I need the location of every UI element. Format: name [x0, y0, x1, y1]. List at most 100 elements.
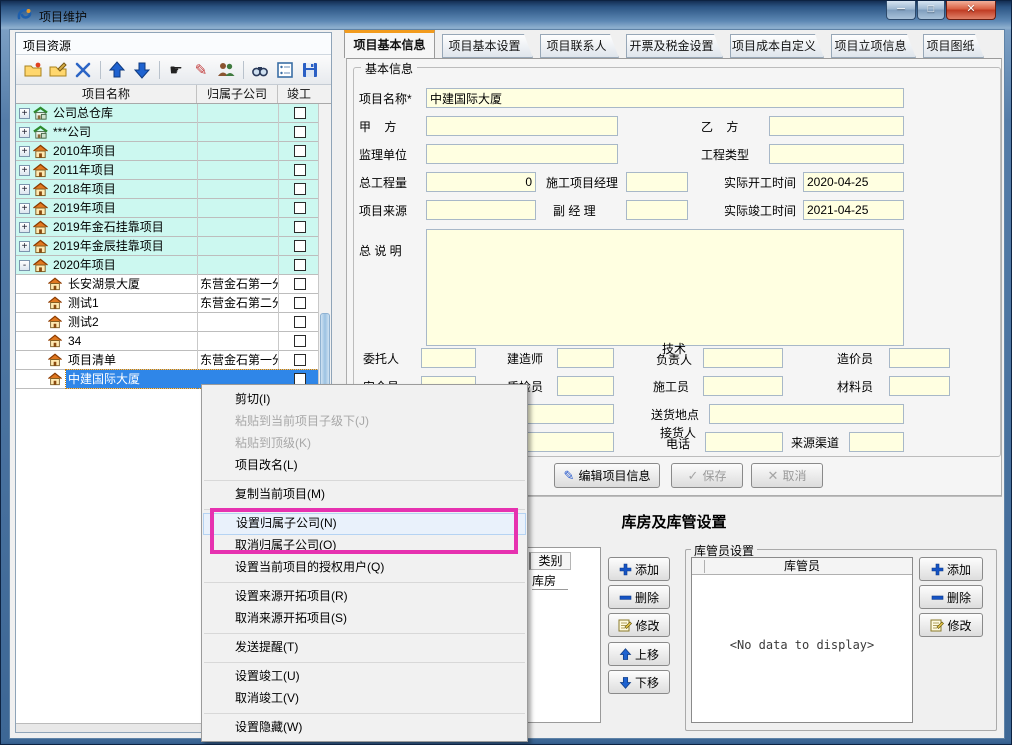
keeper-delete-button[interactable]: 删除	[919, 585, 983, 609]
menu-item-12[interactable]: 设置来源开拓项目(R)	[202, 586, 527, 608]
tree-row-10[interactable]: 长安湖景大厦东营金石第一分公	[16, 275, 331, 294]
source-channel-input[interactable]	[849, 432, 904, 452]
warehouse-move-up-button[interactable]: 上移	[608, 642, 670, 666]
tree-row-2[interactable]: + ***公司	[16, 123, 331, 142]
tree-row-12[interactable]: 测试2	[16, 313, 331, 332]
project-name-cell[interactable]: 测试1	[68, 294, 197, 313]
tree-row-8[interactable]: +2019年金辰挂靠项目	[16, 237, 331, 256]
tree-row-5[interactable]: +2018年项目	[16, 180, 331, 199]
completed-checkbox[interactable]	[294, 354, 306, 366]
clear-icon[interactable]: ✎	[189, 58, 213, 82]
tree-row-6[interactable]: +2019年项目	[16, 199, 331, 218]
menu-item-4[interactable]: 项目改名(L)	[202, 455, 527, 477]
menu-item-6[interactable]: 复制当前项目(M)	[202, 484, 527, 506]
completed-checkbox[interactable]	[294, 221, 306, 233]
delete-icon[interactable]	[71, 58, 95, 82]
warehouse-add-button[interactable]: 添加	[608, 557, 670, 581]
search-icon[interactable]	[248, 58, 272, 82]
new-project-icon[interactable]	[21, 58, 45, 82]
construction-manager-input[interactable]	[626, 172, 688, 192]
tree-row-14[interactable]: 项目清单东营金石第一分公	[16, 351, 331, 370]
title-bar[interactable]: 项目维护 ─ □ ✕	[1, 1, 1011, 29]
tab-5[interactable]: 项目成本自定义	[730, 34, 824, 58]
tab-4[interactable]: 开票及税金设置	[626, 34, 723, 58]
save-icon[interactable]	[298, 58, 322, 82]
project-name-cell[interactable]: 2019年项目	[53, 199, 197, 218]
menu-item-3[interactable]: 粘贴到顶级(K)	[202, 433, 527, 455]
category-row-warehouse[interactable]: 库房	[532, 572, 568, 590]
party-b-input[interactable]	[769, 116, 904, 136]
move-up-icon[interactable]	[105, 58, 129, 82]
expand-icon[interactable]: +	[19, 108, 30, 119]
completed-checkbox[interactable]	[294, 278, 306, 290]
expand-icon[interactable]: +	[19, 127, 30, 138]
project-name-cell[interactable]: 34	[68, 332, 197, 351]
completed-checkbox[interactable]	[294, 316, 306, 328]
supervision-unit-input[interactable]	[426, 144, 618, 164]
cancel-button[interactable]: ✕ 取消	[751, 463, 823, 488]
expand-icon[interactable]: +	[19, 146, 30, 157]
project-name-cell[interactable]: 公司总仓库	[53, 104, 197, 123]
project-name-cell[interactable]: 2020年项目	[53, 256, 197, 275]
completed-checkbox[interactable]	[294, 164, 306, 176]
total-quantity-input[interactable]	[426, 172, 536, 192]
tab-6[interactable]: 项目立项信息	[831, 34, 916, 58]
expand-icon[interactable]: +	[19, 184, 30, 195]
save-button[interactable]: ✓ 保存	[671, 463, 743, 488]
project-type-input[interactable]	[769, 144, 904, 164]
menu-item-20[interactable]: 设置隐藏(W)	[202, 717, 527, 739]
category-column-header[interactable]: 类别	[529, 552, 571, 570]
tech-lead-input[interactable]	[703, 348, 783, 368]
tree-row-9[interactable]: - 2020年项目	[16, 256, 331, 275]
column-header-completed[interactable]: 竣工	[278, 85, 320, 103]
edit-project-button[interactable]: ✎ 编辑项目信息	[554, 463, 660, 488]
detail-view-icon[interactable]	[273, 58, 297, 82]
project-name-cell[interactable]: 2019年金辰挂靠项目	[53, 237, 197, 256]
menu-item-13[interactable]: 取消来源开拓项目(S)	[202, 608, 527, 630]
completed-checkbox[interactable]	[294, 107, 306, 119]
project-name-cell[interactable]: 中建国际大厦	[68, 370, 197, 389]
tab-1[interactable]: 项目基本信息	[344, 30, 435, 58]
project-name-cell[interactable]: ***公司	[53, 123, 197, 142]
tab-7[interactable]: 项目图纸	[923, 34, 984, 58]
completed-checkbox[interactable]	[294, 297, 306, 309]
keeper-add-button[interactable]: 添加	[919, 557, 983, 581]
completed-checkbox[interactable]	[294, 145, 306, 157]
receiver-phone-input[interactable]	[705, 432, 783, 452]
material-clerk-input[interactable]	[889, 376, 950, 396]
constructor-input[interactable]	[703, 376, 783, 396]
column-header-subsidiary[interactable]: 归属子公司	[197, 85, 278, 103]
expand-icon[interactable]: +	[19, 241, 30, 252]
completed-checkbox[interactable]	[294, 126, 306, 138]
expand-icon[interactable]: +	[19, 165, 30, 176]
close-button[interactable]: ✕	[946, 1, 996, 20]
delivery-place-input[interactable]	[709, 404, 904, 424]
completed-checkbox[interactable]	[294, 259, 306, 271]
keeper-column-header[interactable]: 库管员	[692, 558, 912, 575]
client-input[interactable]	[421, 348, 476, 368]
project-name-cell[interactable]: 2019年金石挂靠项目	[53, 218, 197, 237]
quality-inspector-input[interactable]	[557, 376, 614, 396]
column-header-project-name[interactable]: 项目名称	[16, 85, 197, 103]
tab-2[interactable]: 项目基本设置	[442, 34, 533, 58]
minimize-button[interactable]: ─	[886, 1, 916, 20]
menu-item-15[interactable]: 发送提醒(T)	[202, 637, 527, 659]
tree-row-11[interactable]: 测试1东营金石第二分公	[16, 294, 331, 313]
modify-project-icon[interactable]	[46, 58, 70, 82]
tree-row-1[interactable]: + 公司总仓库	[16, 104, 331, 123]
builder-input[interactable]	[557, 348, 614, 368]
warehouse-delete-button[interactable]: 删除	[608, 585, 670, 609]
menu-item-2[interactable]: 粘贴到当前项目子级下(J)	[202, 411, 527, 433]
actual-finish-date-input[interactable]	[803, 200, 904, 220]
menu-item-10[interactable]: 设置当前项目的授权用户(Q)	[202, 557, 527, 579]
warehouse-move-down-button[interactable]: 下移	[608, 670, 670, 694]
tree-row-13[interactable]: 34	[16, 332, 331, 351]
collapse-icon[interactable]: -	[19, 260, 30, 271]
project-name-input[interactable]	[426, 88, 904, 108]
actual-start-date-input[interactable]	[803, 172, 904, 192]
menu-item-17[interactable]: 设置竣工(U)	[202, 666, 527, 688]
completed-checkbox[interactable]	[294, 183, 306, 195]
menu-item-18[interactable]: 取消竣工(V)	[202, 688, 527, 710]
menu-item-1[interactable]: 剪切(I)	[202, 389, 527, 411]
keeper-modify-button[interactable]: 修改	[919, 613, 983, 637]
